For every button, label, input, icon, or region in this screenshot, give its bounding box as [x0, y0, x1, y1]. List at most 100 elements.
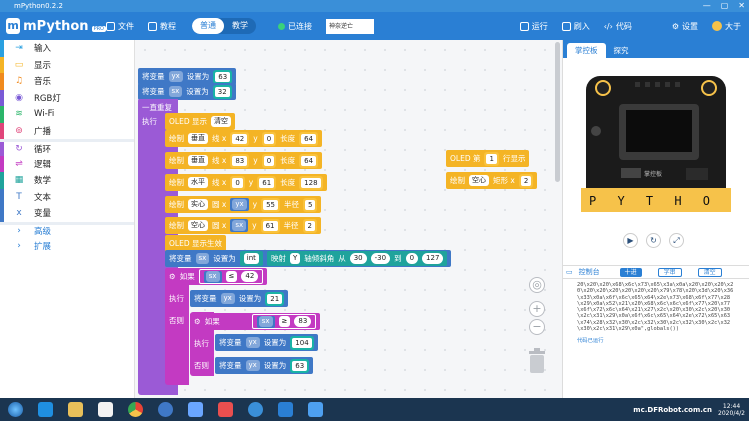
block-number-field[interactable]: 0 — [405, 253, 419, 264]
set-sx-map-block[interactable]: 将变量 sx 设置为 int 映射 Y 轴倾斜角 从 30 -30 到 0 127 — [165, 250, 452, 267]
block-dropdown[interactable]: sx — [205, 271, 220, 282]
draw-line-2-block[interactable]: 绘制 垂直线 x 83 y 0 长度 64 — [165, 152, 323, 169]
maximize-button[interactable]: ▢ — [721, 0, 729, 12]
block-number-field[interactable]: 42 — [241, 271, 259, 282]
category-item[interactable]: ♫ 音乐 — [0, 73, 134, 90]
block-dropdown[interactable]: 实心 — [188, 199, 208, 210]
draw-rect-block[interactable]: 绘制 空心 矩形 x 2 — [446, 172, 538, 189]
draw-circle-1-block[interactable]: 绘制 实心圆 x yx y 55 半径 5 — [165, 196, 322, 213]
set-yx-21-block[interactable]: 将变量 yx 设置为 21 — [190, 290, 289, 307]
category-item[interactable]: x 变量 — [0, 205, 134, 222]
folder-icon[interactable] — [60, 399, 90, 420]
tab-control-board[interactable]: 掌控板 — [567, 43, 606, 58]
block-dropdown[interactable]: int — [243, 253, 259, 264]
mode-switch[interactable]: 普通 教学 — [192, 18, 256, 34]
device-select[interactable]: 神奈逆亡 — [326, 18, 374, 34]
block-dropdown[interactable]: 清空 — [210, 116, 231, 127]
block-dropdown[interactable]: sx — [195, 253, 210, 264]
block-text: 如果 — [179, 272, 195, 281]
ie-icon[interactable] — [30, 399, 60, 420]
block-dropdown[interactable]: 空心 — [188, 220, 208, 231]
category-label: 扩展 — [34, 242, 52, 253]
category-item[interactable]: ↻ 循环 — [0, 139, 134, 156]
block-dropdown[interactable]: yx — [245, 360, 260, 371]
app-icon[interactable] — [150, 399, 180, 420]
zoom-out-icon[interactable]: − — [529, 319, 545, 335]
block-number-field[interactable]: 127 — [422, 253, 444, 264]
block-dropdown[interactable]: sx — [168, 86, 183, 97]
oled-clear-block[interactable]: OLED 显示 清空 — [165, 113, 235, 130]
block-dropdown[interactable]: ≤ — [225, 271, 238, 282]
gear-icon[interactable]: ⚙ — [169, 272, 176, 281]
category-item[interactable]: › 扩展 — [0, 238, 134, 255]
set-yx-104-block[interactable]: 将变量 yx 设置为 104 — [215, 334, 318, 351]
block-dropdown[interactable]: yx — [220, 293, 235, 304]
set-yx-63-block[interactable]: 将变量 yx 设置为 63 — [215, 357, 314, 374]
chrome-icon[interactable] — [120, 399, 150, 420]
wps-icon[interactable] — [210, 399, 240, 420]
block-number-field[interactable]: 30 — [349, 253, 367, 264]
user-menu[interactable]: 大于 — [712, 21, 741, 32]
run-button[interactable]: 运行 — [519, 21, 548, 32]
mode-teach-tab[interactable]: 教学 — [224, 18, 256, 34]
text-button[interactable]: 字串 — [657, 267, 682, 277]
start-button[interactable] — [0, 399, 30, 420]
k-app-icon[interactable] — [240, 399, 270, 420]
block-dropdown[interactable]: 水平 — [188, 177, 208, 188]
block-dropdown[interactable]: yx — [245, 337, 260, 348]
block-dropdown[interactable]: ≥ — [278, 316, 291, 327]
play-icon[interactable]: ▶ — [623, 233, 638, 248]
category-item[interactable]: ▭ 显示 — [0, 56, 134, 73]
flash-button[interactable]: 刷入 — [561, 21, 590, 32]
category-item[interactable]: T 文本 — [0, 188, 134, 205]
center-icon[interactable]: ◎ — [529, 277, 545, 293]
if-block-1[interactable]: ⚙ 如果 sx ≤42 — [165, 268, 268, 285]
workspace-scrollbar[interactable] — [555, 42, 560, 182]
oled-line-show-block[interactable]: OLED 第 1 行显示 — [446, 150, 530, 167]
feishu-icon[interactable] — [180, 399, 210, 420]
tutorial-menu[interactable]: 教程 — [148, 21, 176, 32]
block-dropdown[interactable]: yx — [232, 199, 247, 210]
close-button[interactable]: ✕ — [738, 0, 745, 12]
category-item[interactable]: ⊚ 广播 — [0, 122, 134, 139]
block-dropdown[interactable]: 空心 — [469, 175, 489, 186]
category-item[interactable]: ⇌ 逻辑 — [0, 155, 134, 172]
zoom-in-icon[interactable]: + — [529, 301, 545, 317]
console-icon: ▭ — [566, 268, 573, 276]
category-item[interactable]: ⇥ 输入 — [0, 40, 134, 57]
refresh-icon[interactable]: ↻ — [646, 233, 661, 248]
block-dropdown[interactable]: 垂直 — [188, 155, 208, 166]
if-block-2[interactable]: ⚙ 如果 sx ≥83 — [190, 313, 321, 330]
clear-console-button[interactable]: 清空 — [697, 267, 722, 277]
block-number-field: 0 — [261, 131, 277, 146]
mode-normal-tab[interactable]: 普通 — [192, 18, 224, 34]
category-item[interactable]: ▦ 数学 — [0, 172, 134, 189]
block-number-field[interactable]: 83 — [294, 316, 312, 327]
minimize-button[interactable]: — — [703, 0, 711, 12]
set-sx-block[interactable]: 将变量 sx 设置为 32 — [138, 83, 236, 100]
category-item[interactable]: ◉ RGB灯 — [0, 89, 134, 106]
block-dropdown[interactable]: 垂直 — [188, 133, 208, 144]
mpython-taskbar-icon[interactable] — [270, 399, 300, 420]
media-icon[interactable] — [90, 399, 120, 420]
hex-button[interactable]: 十进 — [619, 267, 642, 277]
category-item[interactable]: ≋ Wi-Fi — [0, 106, 134, 123]
block-dropdown[interactable]: sx — [258, 316, 273, 327]
fullscreen-icon[interactable]: ⤢ — [669, 233, 684, 248]
category-item[interactable]: › 高级 — [0, 221, 134, 239]
code-button[interactable]: ‹/› 代码 — [604, 21, 632, 32]
tab-explore[interactable]: 探究 — [606, 43, 637, 58]
file-menu[interactable]: 文件 — [106, 21, 134, 32]
gear-icon[interactable]: ⚙ — [194, 317, 201, 326]
block-dropdown[interactable]: sx — [232, 220, 247, 231]
block-workspace[interactable]: 将变量 yx 设置为 63 将变量 sx 设置为 32 一直重复 执行 OLED 显示清… — [135, 40, 562, 398]
phone-icon[interactable] — [300, 399, 330, 420]
trash-icon[interactable] — [526, 346, 548, 374]
block-dropdown[interactable]: yx — [168, 71, 183, 82]
block-number-field[interactable]: -30 — [370, 253, 391, 264]
draw-line-3-block[interactable]: 绘制 水平线 x 0y 61 长度 128 — [165, 174, 327, 191]
settings-button[interactable]: ⚙ 设置 — [672, 21, 698, 32]
draw-line-1-block[interactable]: 绘制 垂直线 x 42 y 0 长度 64 — [165, 130, 323, 147]
draw-circle-2-block[interactable]: 绘制 空心圆 x sx y 61 半径 2 — [165, 217, 321, 234]
block-dropdown[interactable]: Y — [289, 253, 301, 264]
